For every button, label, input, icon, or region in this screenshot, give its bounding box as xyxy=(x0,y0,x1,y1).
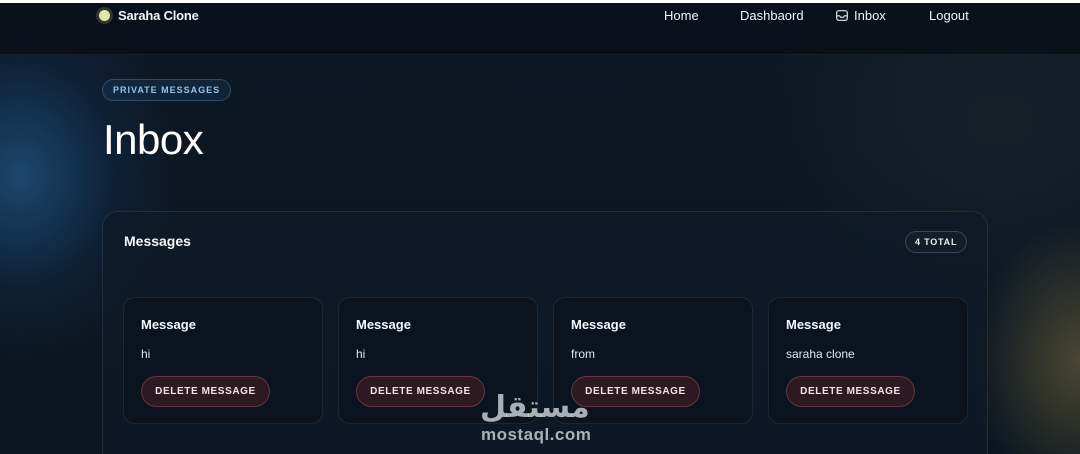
message-title: Message xyxy=(571,317,626,332)
nav-dashboard[interactable]: Dashbaord xyxy=(740,6,804,24)
message-card: Message hi DELETE MESSAGE xyxy=(123,297,323,424)
delete-message-button[interactable]: DELETE MESSAGE xyxy=(141,376,270,407)
brand-name: Saraha Clone xyxy=(118,7,199,23)
message-title: Message xyxy=(356,317,411,332)
top-navbar: Saraha Clone Home Dashbaord Inbox Logout xyxy=(0,0,1080,55)
message-text: from xyxy=(571,347,595,361)
message-cards: Message hi DELETE MESSAGE Message hi DEL… xyxy=(123,297,968,424)
messages-panel: Messages 4 TOTAL Message hi DELETE MESSA… xyxy=(102,211,988,454)
nav-dashboard-label: Dashbaord xyxy=(740,7,804,23)
delete-message-button[interactable]: DELETE MESSAGE xyxy=(356,376,485,407)
message-card: Message from DELETE MESSAGE xyxy=(553,297,753,424)
message-card: Message saraha clone DELETE MESSAGE xyxy=(768,297,968,424)
brand-logo-icon xyxy=(99,9,110,21)
main-content: PRIVATE MESSAGES Inbox Messages 4 TOTAL … xyxy=(0,0,1080,454)
message-text: hi xyxy=(141,347,151,361)
nav-inbox-label: Inbox xyxy=(854,7,886,23)
section-pill: PRIVATE MESSAGES xyxy=(102,79,232,101)
panel-title: Messages xyxy=(124,233,191,249)
message-title: Message xyxy=(786,317,841,332)
nav-home-label: Home xyxy=(664,7,699,23)
message-text: hi xyxy=(356,347,366,361)
delete-message-button[interactable]: DELETE MESSAGE xyxy=(786,376,915,407)
delete-message-button[interactable]: DELETE MESSAGE xyxy=(571,376,700,407)
nav-logout[interactable]: Logout xyxy=(929,6,969,24)
total-count-badge: 4 TOTAL xyxy=(905,231,968,253)
page-title: Inbox xyxy=(103,116,204,163)
message-title: Message xyxy=(141,317,196,332)
nav-inbox[interactable]: Inbox xyxy=(836,6,886,24)
browser-top-strip xyxy=(0,0,1080,3)
nav-home[interactable]: Home xyxy=(664,6,699,24)
nav-logout-label: Logout xyxy=(929,7,969,23)
message-text: saraha clone xyxy=(786,347,855,361)
message-card: Message hi DELETE MESSAGE xyxy=(338,297,538,424)
brand[interactable]: Saraha Clone xyxy=(99,6,199,24)
inbox-icon xyxy=(836,9,848,21)
